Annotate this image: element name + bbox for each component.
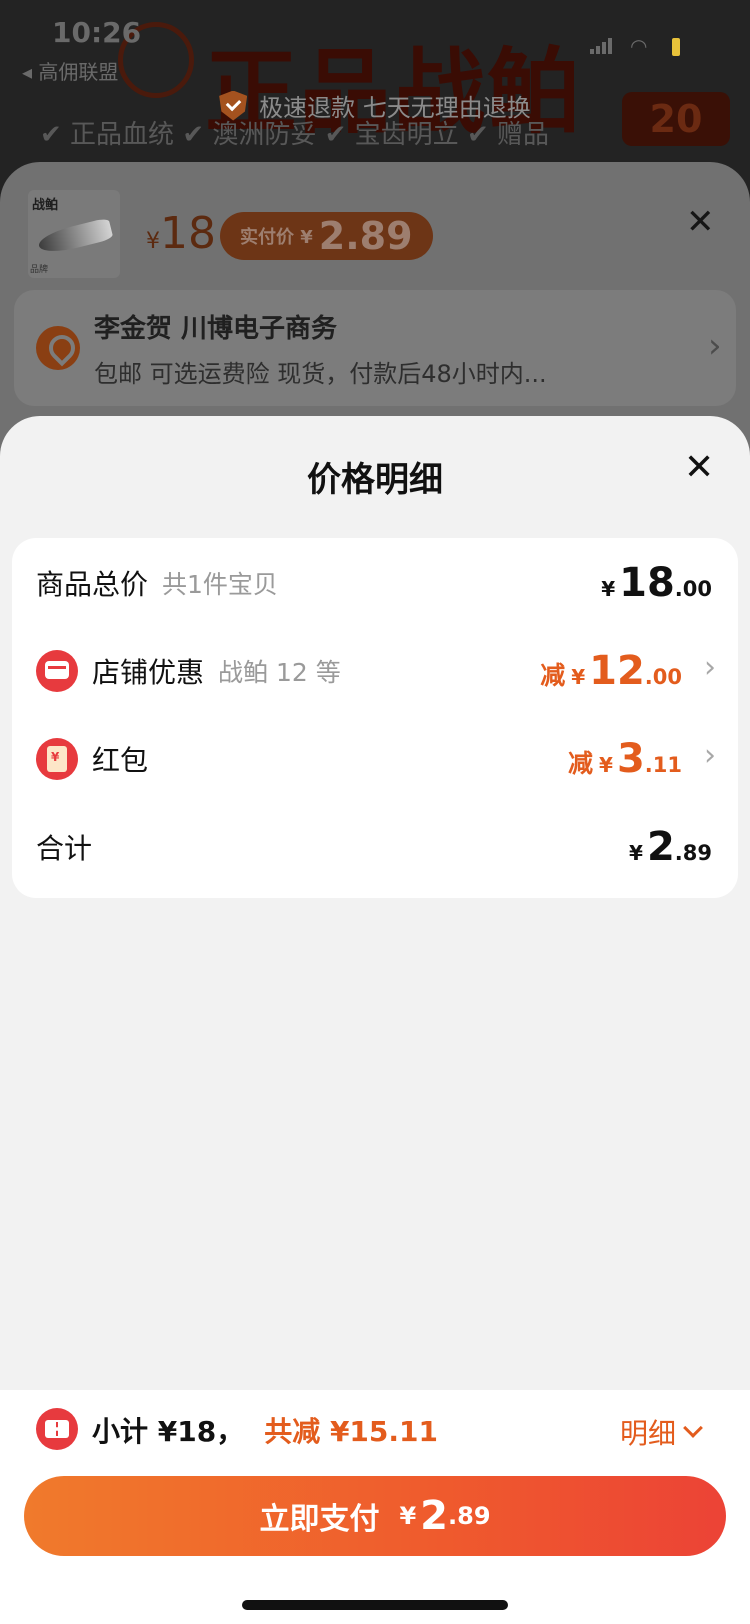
back-to-app-link[interactable]: ◂ 高佣联盟: [22, 56, 118, 85]
shipping-desc: 包邮 可选运费险 现货，付款后48小时内...: [94, 360, 547, 388]
price-row-sub: 共1件宝贝: [162, 570, 278, 599]
pay-yen: ¥: [399, 1502, 417, 1530]
coupon-icon: [36, 1408, 78, 1450]
pay-now-label: 立即支付: [259, 1502, 380, 1537]
price-row-amount: ¥2.89: [629, 824, 712, 870]
status-bar: 10:26 ◂ 高佣联盟 ◠: [0, 0, 750, 94]
location-pin-icon: [36, 326, 80, 370]
shield-check-icon: [219, 90, 248, 121]
pay-amount-dec: .89: [448, 1502, 491, 1530]
order-close-icon[interactable]: ✕: [686, 202, 715, 242]
price-row-amount: 减 ¥3.11: [568, 736, 682, 782]
actual-price-label: 实付价 ¥: [240, 227, 313, 248]
chevron-down-icon: [683, 1418, 703, 1438]
pay-now-button[interactable]: 立即支付 ¥ 2 .89: [24, 1476, 726, 1556]
wifi-icon: ◠: [630, 34, 648, 58]
refund-policy: 极速退款 七天无理由退换: [0, 88, 750, 123]
price-row-grand-total: 合计 ¥2.89: [12, 802, 738, 892]
detail-toggle-button[interactable]: 明细: [620, 1412, 703, 1452]
price-detail-card: 商品总价 共1件宝贝 ¥18.00 店铺优惠 战鲌 12 等 减 ¥12.00 ›…: [12, 538, 738, 898]
checkout-bar: 小计 ¥18， 共减 ¥15.11 明细 立即支付 ¥ 2 .89: [0, 1390, 750, 1624]
subtotal-text: 小计 ¥18，: [92, 1415, 245, 1448]
thumb-brand-logo: 战鲌: [32, 198, 59, 213]
saved-amount: 共减 ¥15.11: [264, 1415, 439, 1448]
address-name: 李金贺 川博电子商务: [94, 314, 338, 344]
signal-icon: [590, 38, 612, 54]
battery-icon: [672, 38, 680, 56]
status-time: 10:26: [52, 16, 142, 49]
lure-image: [36, 217, 114, 257]
product-price: ¥18: [146, 208, 216, 259]
refund-policy-text: 极速退款 七天无理由退换: [259, 94, 531, 122]
price-row-label: 商品总价: [36, 568, 149, 601]
detail-toggle-label: 明细: [620, 1417, 677, 1450]
chevron-right-icon: ›: [704, 738, 716, 773]
price-row-label: 红包: [92, 744, 149, 777]
chevron-right-icon: ›: [708, 326, 722, 366]
pay-amount-int: 2: [420, 1493, 449, 1539]
product-thumbnail: 战鲌 品牌: [28, 190, 120, 278]
price-row-amount: 减 ¥12.00: [540, 648, 682, 694]
actual-price-badge: 实付价 ¥ 2.89: [220, 212, 433, 260]
red-packet-icon: [36, 738, 78, 780]
price-row-total: 商品总价 共1件宝贝 ¥18.00: [12, 538, 738, 628]
thumb-tag: 品牌: [30, 265, 49, 275]
price-row-amount: ¥18.00: [601, 560, 712, 606]
price-row-label: 合计: [36, 832, 93, 865]
price-row-store-discount[interactable]: 店铺优惠 战鲌 12 等 减 ¥12.00 ›: [12, 626, 738, 716]
close-icon[interactable]: ✕: [684, 450, 714, 486]
chevron-right-icon: ›: [704, 650, 716, 685]
subtotal-summary: 小计 ¥18， 共减 ¥15.11: [92, 1410, 438, 1450]
price-row-label: 店铺优惠: [92, 656, 205, 689]
price-detail-title: 价格明细: [307, 460, 443, 500]
address-row[interactable]: 李金贺 川博电子商务 包邮 可选运费险 现货，付款后48小时内... ›: [14, 290, 736, 406]
price-row-red-packet[interactable]: 红包 减¥3.11 ›: [12, 714, 738, 804]
store-icon: [36, 650, 78, 692]
price-row-sub: 战鲌 12 等: [218, 658, 341, 687]
actual-price-amount: 2.89: [318, 214, 413, 258]
home-indicator[interactable]: [242, 1600, 508, 1610]
